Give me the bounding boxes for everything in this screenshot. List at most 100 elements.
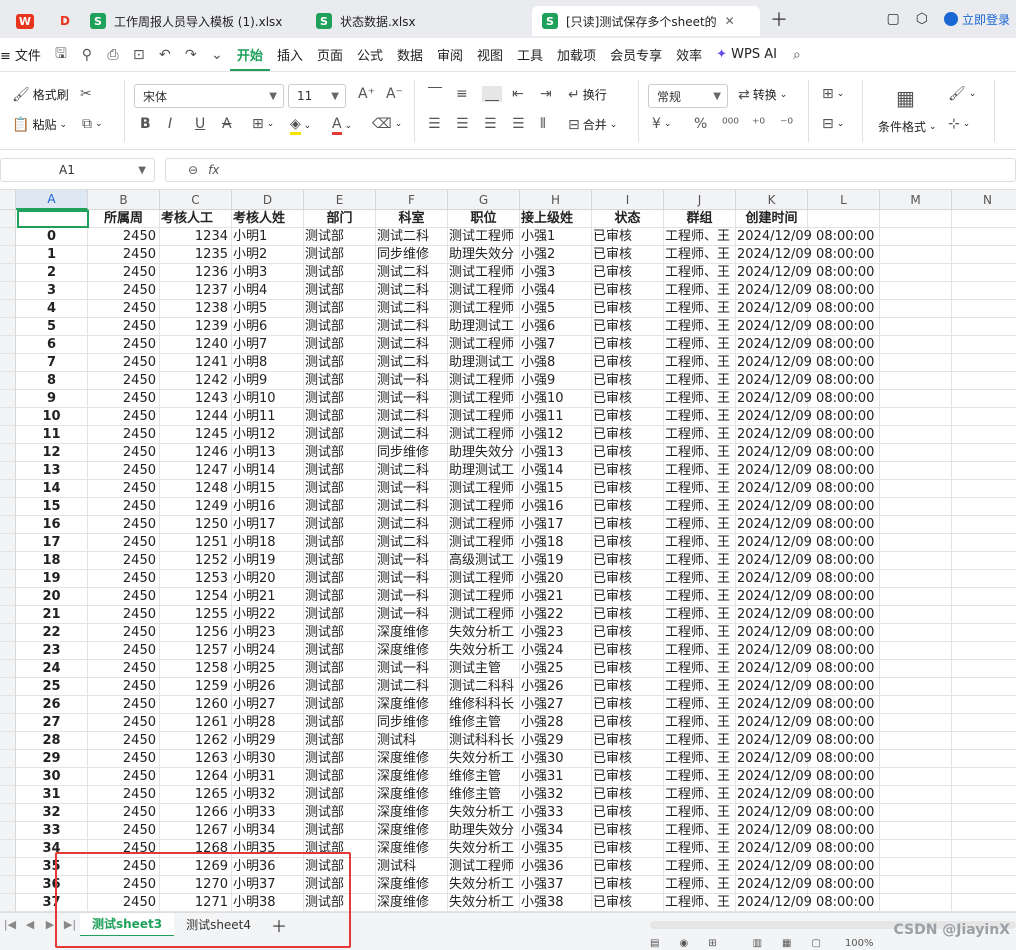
cell[interactable] (952, 876, 1016, 894)
cell[interactable]: 测试科科长 (448, 732, 520, 750)
cell[interactable] (952, 264, 1016, 282)
cell[interactable] (952, 678, 1016, 696)
cell[interactable]: 已审核 (592, 678, 664, 696)
cell[interactable] (952, 732, 1016, 750)
cell[interactable]: 测试二科 (376, 228, 448, 246)
cell[interactable]: 深度维修 (376, 768, 448, 786)
cell[interactable]: 已审核 (592, 300, 664, 318)
eye-icon[interactable]: ◉ (679, 938, 688, 949)
cell[interactable] (952, 840, 1016, 858)
font-size-select[interactable]: 11 ▼ (288, 84, 346, 108)
cell[interactable] (880, 786, 952, 804)
cell[interactable]: 工程师、王 (664, 786, 736, 804)
cond-format-button[interactable]: 条件格式 ⌄ (878, 118, 937, 135)
cell[interactable]: 测试部 (304, 480, 376, 498)
cell[interactable]: 2450 (88, 804, 160, 822)
cell[interactable]: 13 (16, 462, 88, 480)
cell[interactable] (952, 354, 1016, 372)
print-icon[interactable]: ⎙ (103, 45, 123, 65)
cell[interactable]: 2024/12/09 08:00:00 (736, 318, 874, 336)
format-painter-button[interactable]: 🖌 格式刷 (12, 86, 69, 103)
cell[interactable]: 已审核 (592, 570, 664, 588)
cell[interactable]: 已审核 (592, 264, 664, 282)
cell[interactable]: 小强26 (520, 678, 592, 696)
distribute-button[interactable]: ⫴ (540, 116, 546, 132)
cell[interactable]: 2024/12/09 08:00:00 (736, 624, 874, 642)
cell[interactable]: 已审核 (592, 282, 664, 300)
row-number[interactable] (0, 462, 16, 480)
cell[interactable]: 18 (16, 552, 88, 570)
column-header[interactable]: I (592, 190, 664, 210)
cell[interactable]: 2024/12/09 08:00:00 (736, 426, 874, 444)
cell[interactable] (880, 264, 952, 282)
cell[interactable] (880, 480, 952, 498)
column-header[interactable]: L (808, 190, 880, 210)
clear-button[interactable]: ⌫ ⌄ (372, 116, 402, 132)
cell[interactable]: 测试二科 (376, 498, 448, 516)
row-number[interactable] (0, 750, 16, 768)
cell[interactable]: 工程师、王 (664, 354, 736, 372)
row-number[interactable] (0, 786, 16, 804)
cell[interactable]: 2450 (88, 498, 160, 516)
cell[interactable]: 1235 (160, 246, 232, 264)
cell[interactable]: 23 (16, 642, 88, 660)
cell[interactable]: 工程师、王 (664, 444, 736, 462)
column-header[interactable]: K (736, 190, 808, 210)
cell[interactable]: 测试部 (304, 570, 376, 588)
cell[interactable]: 工程师、王 (664, 228, 736, 246)
cell[interactable]: 测试工程师 (448, 480, 520, 498)
cell[interactable]: 5 (16, 318, 88, 336)
row-number[interactable] (0, 552, 16, 570)
cell[interactable]: 3 (16, 282, 88, 300)
home-tab[interactable]: W (0, 6, 50, 36)
cell[interactable]: 2024/12/09 08:00:00 (736, 390, 874, 408)
cell[interactable]: 2450 (88, 300, 160, 318)
cell[interactable]: 小明8 (232, 354, 304, 372)
cell[interactable]: 测试部 (304, 696, 376, 714)
cell[interactable]: 小强2 (520, 246, 592, 264)
cell[interactable]: 已审核 (592, 894, 664, 912)
cell[interactable]: 1253 (160, 570, 232, 588)
cell[interactable]: 2450 (88, 660, 160, 678)
cell[interactable]: 小强20 (520, 570, 592, 588)
cell[interactable]: 小强21 (520, 588, 592, 606)
row-number[interactable] (0, 318, 16, 336)
row-number[interactable] (0, 768, 16, 786)
cell[interactable]: 测试工程师 (448, 498, 520, 516)
cell[interactable]: 小明33 (232, 804, 304, 822)
cell[interactable]: 2450 (88, 750, 160, 768)
row-number[interactable] (0, 264, 16, 282)
cell[interactable]: 2024/12/09 08:00:00 (736, 588, 874, 606)
decrease-font-button[interactable]: A⁻ (386, 86, 403, 102)
cell[interactable]: 2024/12/09 08:00:00 (736, 858, 874, 876)
cell[interactable]: 2450 (88, 606, 160, 624)
cell[interactable]: 已审核 (592, 390, 664, 408)
cell[interactable] (880, 804, 952, 822)
cell[interactable]: 小强31 (520, 768, 592, 786)
cell[interactable] (952, 552, 1016, 570)
cell[interactable]: 测试二科 (376, 408, 448, 426)
cell[interactable]: 小明9 (232, 372, 304, 390)
cell[interactable]: 助理测试工 (448, 354, 520, 372)
cell[interactable]: 已审核 (592, 408, 664, 426)
paste-button[interactable]: 📋 粘贴 ⌄ (12, 116, 67, 133)
chevron-down-icon[interactable]: ⌄ (207, 45, 227, 65)
row-number[interactable] (0, 516, 16, 534)
cell[interactable]: 所属周 (88, 210, 160, 228)
cell[interactable]: 1263 (160, 750, 232, 768)
cell-grid[interactable]: 所属周 考核人工 考核人姓 部门 科室 职位 接上级姓 状态 群组 创建时间 0 2450 1234 小明… (0, 210, 1016, 912)
cell[interactable]: 小强24 (520, 642, 592, 660)
row-number[interactable] (0, 336, 16, 354)
cell[interactable] (952, 696, 1016, 714)
row-number[interactable] (0, 444, 16, 462)
cell[interactable]: 测试部 (304, 588, 376, 606)
cell[interactable]: 7 (16, 354, 88, 372)
cell[interactable]: 测试工程师 (448, 264, 520, 282)
row-number[interactable] (0, 534, 16, 552)
cell[interactable]: 2450 (88, 408, 160, 426)
cell[interactable]: 1251 (160, 534, 232, 552)
cell[interactable]: 小明17 (232, 516, 304, 534)
cell[interactable]: 1260 (160, 696, 232, 714)
percent-button[interactable]: % (694, 116, 707, 132)
cell[interactable]: 2450 (88, 570, 160, 588)
